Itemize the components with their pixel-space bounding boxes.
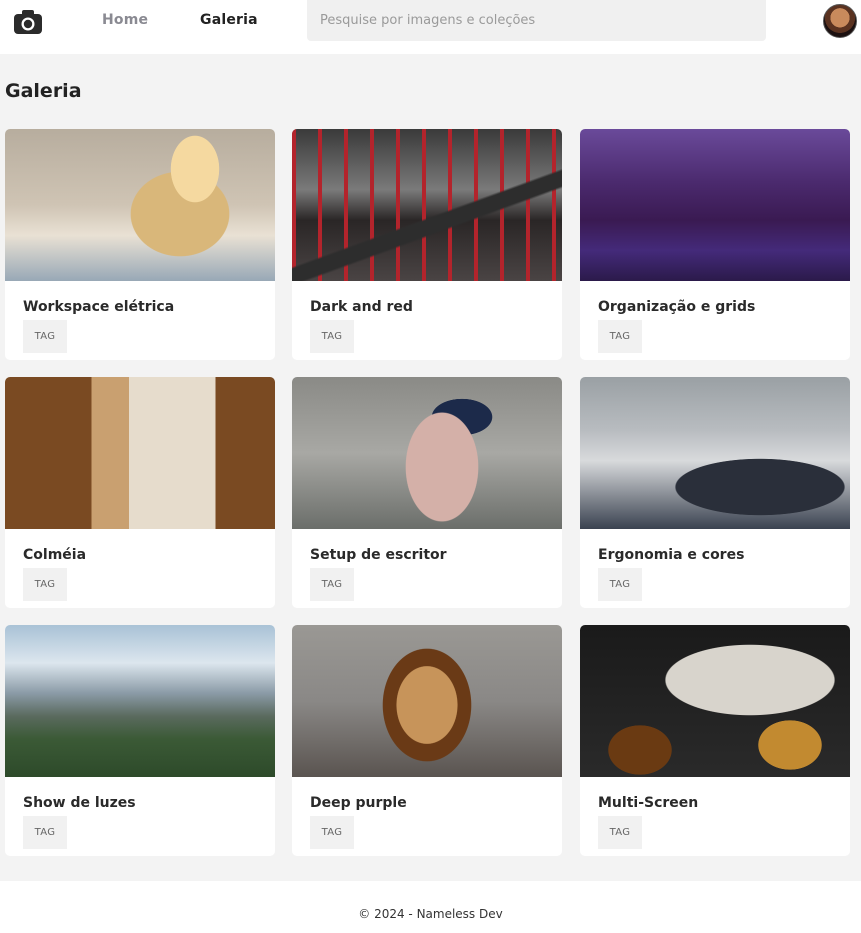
nav-home-link[interactable]: Home	[102, 12, 148, 28]
card-tag[interactable]: TAG	[598, 320, 642, 353]
user-avatar[interactable]	[823, 4, 857, 38]
card-tag[interactable]: TAG	[23, 320, 67, 353]
page-title: Galeria	[5, 80, 82, 102]
card-image[interactable]	[580, 625, 850, 777]
gallery-card[interactable]: Dark and red TAG	[292, 129, 562, 360]
card-image[interactable]	[5, 377, 275, 529]
gallery-card[interactable]: Deep purple TAG	[292, 625, 562, 856]
card-image[interactable]	[292, 625, 562, 777]
card-tag[interactable]: TAG	[23, 568, 67, 601]
card-tag[interactable]: TAG	[310, 320, 354, 353]
page-footer: © 2024 - Nameless Dev	[0, 881, 861, 933]
card-title: Dark and red	[310, 299, 413, 315]
gallery-card[interactable]: Workspace elétrica TAG	[5, 129, 275, 360]
gallery-card[interactable]: Setup de escritor TAG	[292, 377, 562, 608]
card-tag[interactable]: TAG	[310, 816, 354, 849]
card-title: Multi-Screen	[598, 795, 699, 811]
card-title: Workspace elétrica	[23, 299, 175, 315]
card-image[interactable]	[580, 129, 850, 281]
card-image[interactable]	[292, 377, 562, 529]
card-tag[interactable]: TAG	[310, 568, 354, 601]
search-input[interactable]	[307, 0, 766, 41]
card-image[interactable]	[580, 377, 850, 529]
card-tag[interactable]: TAG	[23, 816, 67, 849]
gallery-card[interactable]: Organização e grids TAG	[580, 129, 850, 360]
card-title: Colméia	[23, 547, 87, 563]
footer-copyright: © 2024 - Nameless Dev	[358, 907, 503, 921]
nav-gallery-link[interactable]: Galeria	[200, 12, 258, 28]
card-title: Show de luzes	[23, 795, 136, 811]
card-image[interactable]	[5, 129, 275, 281]
card-title: Setup de escritor	[310, 547, 447, 563]
camera-icon[interactable]	[14, 10, 42, 34]
gallery-card[interactable]: Colméia TAG	[5, 377, 275, 608]
top-header: Home Galeria	[0, 0, 861, 54]
gallery-card[interactable]: Multi-Screen TAG	[580, 625, 850, 856]
card-title: Ergonomia e cores	[598, 547, 745, 563]
card-tag[interactable]: TAG	[598, 816, 642, 849]
card-title: Organização e grids	[598, 299, 756, 315]
gallery-card[interactable]: Show de luzes TAG	[5, 625, 275, 856]
gallery-card[interactable]: Ergonomia e cores TAG	[580, 377, 850, 608]
card-tag[interactable]: TAG	[598, 568, 642, 601]
card-title: Deep purple	[310, 795, 407, 811]
card-image[interactable]	[5, 625, 275, 777]
card-image[interactable]	[292, 129, 562, 281]
